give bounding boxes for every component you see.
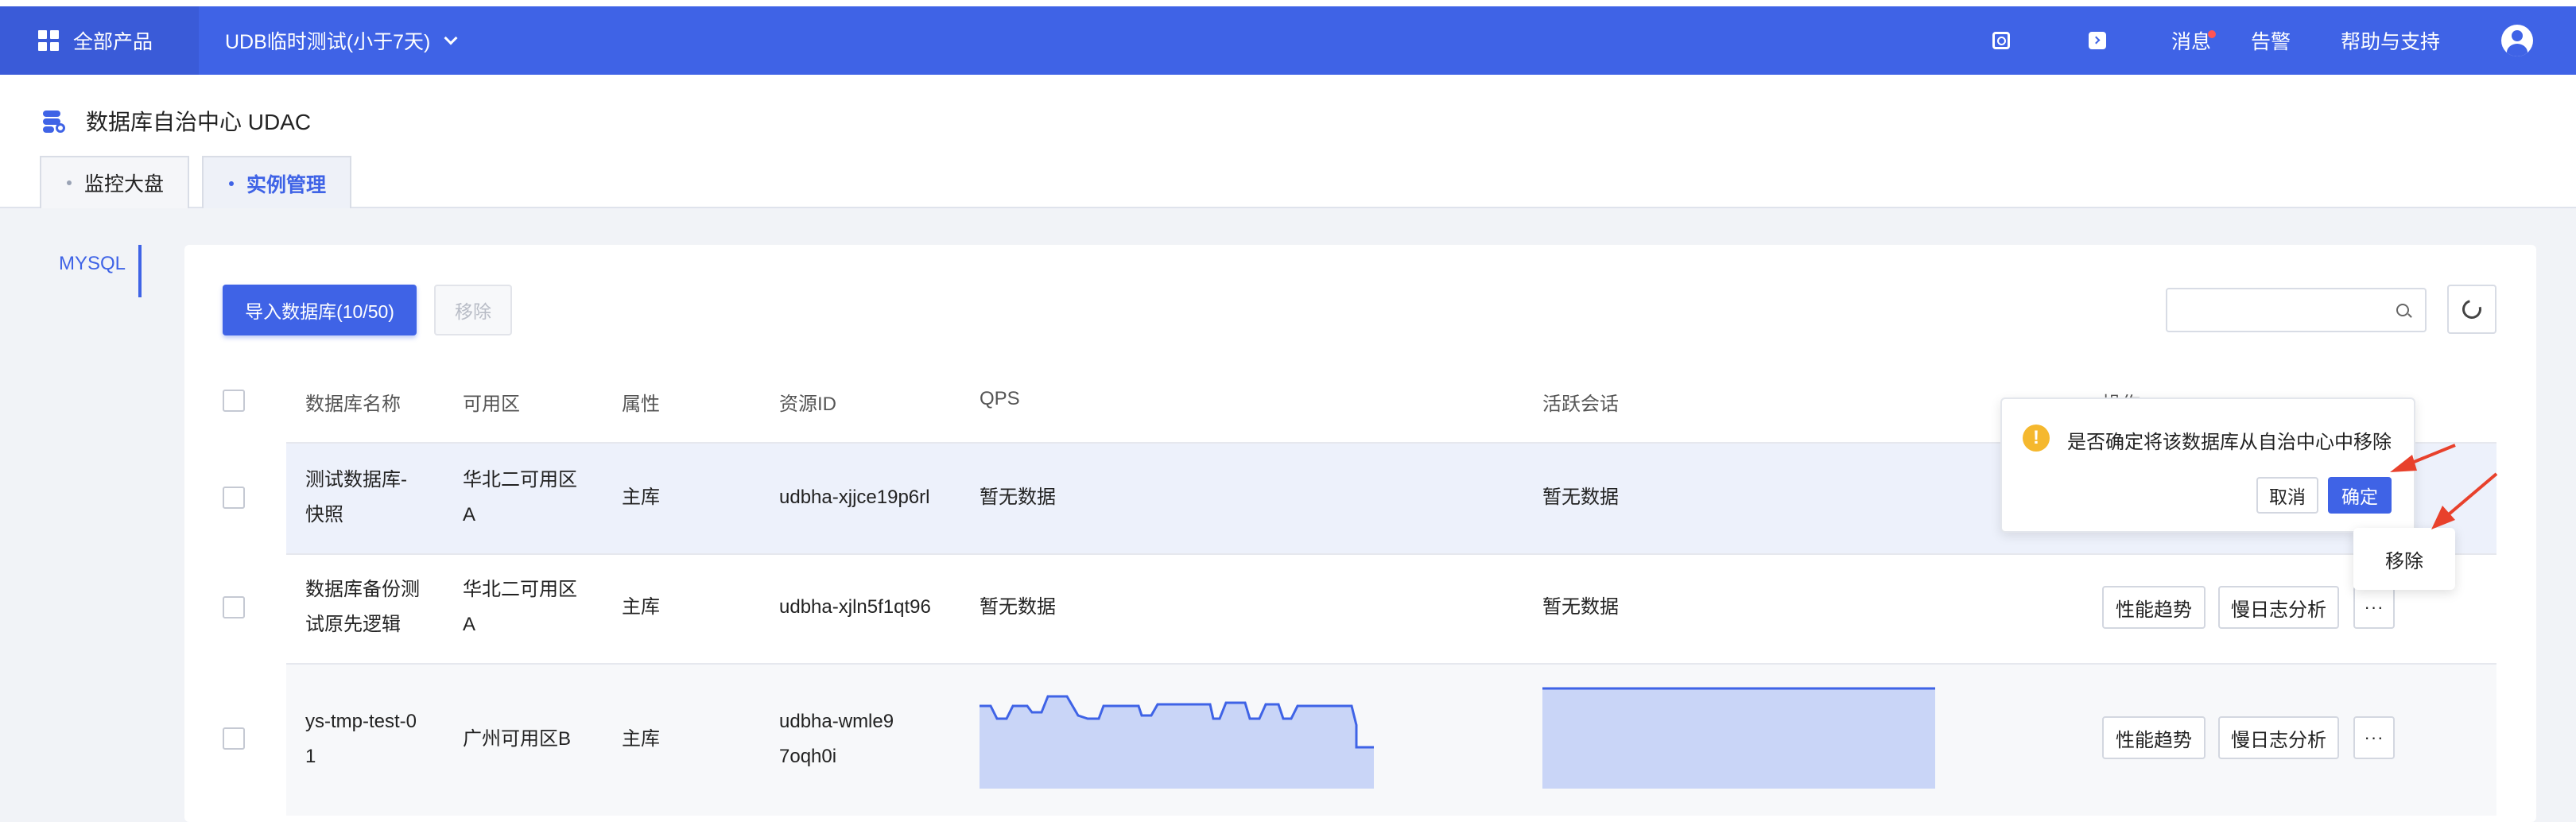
- tab-instance-management[interactable]: 实例管理: [202, 156, 351, 210]
- row-zone: 华北二可用区A: [463, 469, 577, 525]
- app-header: 数据库自治中心 UDAC: [41, 105, 311, 137]
- remove-button-disabled[interactable]: 移除: [434, 285, 512, 335]
- tab-dot-icon: [67, 180, 72, 185]
- slow-log-analysis-button[interactable]: 慢日志分析: [2218, 716, 2339, 759]
- top-nav-bar: 全部产品 UDB临时测试(小于7天) 消息 告警 帮助与支持: [0, 6, 2576, 75]
- search-input[interactable]: [2167, 289, 2382, 331]
- row-name[interactable]: 数据库备份测试原先逻辑: [305, 572, 425, 642]
- all-products-button[interactable]: 全部产品: [0, 6, 199, 75]
- page: 全部产品 UDB临时测试(小于7天) 消息 告警 帮助与支持 数据库自治中心 U…: [0, 0, 2576, 822]
- row-divider: [286, 553, 2496, 555]
- unread-dot: [2208, 30, 2216, 38]
- warning-icon: !: [2023, 425, 2050, 452]
- performance-trend-button[interactable]: 性能趋势: [2102, 586, 2206, 629]
- more-actions-button[interactable]: ···: [2353, 716, 2395, 759]
- row-role: 主库: [622, 596, 660, 618]
- row-qps: 暂无数据: [980, 487, 1056, 508]
- row-resource-id: udbha-wmle97oqh0i: [779, 711, 894, 767]
- slow-log-analysis-button[interactable]: 慢日志分析: [2218, 586, 2339, 629]
- all-products-label: 全部产品: [73, 31, 153, 53]
- more-actions-menu: 移除: [2353, 528, 2455, 590]
- search-icon: [1992, 32, 2010, 49]
- remove-confirm-popover: ! 是否确定将该数据库从自治中心中移除 取消 确定: [2000, 397, 2415, 533]
- search-field[interactable]: [2166, 288, 2427, 332]
- col-header-qps: QPS: [980, 388, 1020, 409]
- col-header-name: 数据库名称: [305, 394, 401, 415]
- row-zone: 华北二可用区A: [463, 579, 577, 635]
- page-title: 数据库自治中心 UDAC: [86, 110, 312, 134]
- tab-label: 实例管理: [246, 174, 327, 196]
- row-checkbox[interactable]: [223, 487, 245, 509]
- row-checkbox[interactable]: [223, 596, 245, 618]
- row-name[interactable]: 测试数据库-快照: [305, 463, 425, 533]
- console-terminal-button[interactable]: [2089, 6, 2106, 75]
- more-actions-button[interactable]: ···: [2353, 586, 2395, 629]
- global-search-button[interactable]: [1992, 6, 2010, 75]
- tab-monitor-dashboard[interactable]: 监控大盘: [40, 156, 189, 208]
- row-checkbox[interactable]: [223, 727, 245, 750]
- col-header-sessions: 活跃会话: [1542, 394, 1619, 415]
- project-selector[interactable]: UDB临时测试(小于7天): [225, 6, 458, 75]
- col-header-resource-id: 资源ID: [779, 394, 836, 415]
- messages-label: 消息: [2171, 31, 2212, 53]
- cancel-button[interactable]: 取消: [2256, 477, 2318, 514]
- messages-link[interactable]: 消息: [2171, 6, 2216, 75]
- alarms-label: 告警: [2251, 31, 2291, 53]
- col-header-zone: 可用区: [463, 394, 520, 415]
- qps-area: [980, 696, 1374, 789]
- menu-item-remove[interactable]: 移除: [2385, 545, 2423, 573]
- tab-dot-icon: [229, 181, 234, 186]
- refresh-button[interactable]: [2447, 285, 2496, 334]
- confirm-message: 是否确定将该数据库从自治中心中移除: [2067, 432, 2392, 453]
- help-label: 帮助与支持: [2341, 31, 2441, 53]
- qps-sparkline: [980, 695, 1374, 789]
- row-sessions: 暂无数据: [1542, 596, 1619, 618]
- ellipsis-icon: ···: [2364, 727, 2384, 747]
- import-database-button[interactable]: 导入数据库(10/50): [223, 285, 417, 335]
- help-support-link[interactable]: 帮助与支持: [2341, 6, 2440, 75]
- search-icon: [2396, 304, 2409, 316]
- database-icon: [41, 109, 65, 133]
- tab-bar: 监控大盘 实例管理: [0, 156, 2576, 210]
- sidebar-active-indicator: [138, 245, 142, 297]
- col-header-role: 属性: [622, 394, 660, 415]
- row-role: 主库: [622, 487, 660, 508]
- row-name[interactable]: ys-tmp-test-01: [305, 704, 425, 774]
- chevron-down-icon: [444, 31, 458, 45]
- user-avatar-icon: [2501, 25, 2533, 56]
- grid-icon: [38, 30, 59, 51]
- ellipsis-icon: ···: [2364, 597, 2384, 617]
- row-sessions: 暂无数据: [1542, 487, 1619, 508]
- alarms-link[interactable]: 告警: [2251, 6, 2291, 75]
- terminal-icon: [2089, 32, 2106, 49]
- sessions-sparkline: [1542, 687, 1935, 789]
- select-all-checkbox[interactable]: [223, 390, 245, 412]
- refresh-icon: [2458, 296, 2485, 323]
- row-zone: 广州可用区B: [463, 728, 572, 750]
- sessions-area: [1542, 688, 1935, 789]
- row-resource-id: udbha-xjjce19p6rl: [779, 487, 930, 508]
- user-menu-button[interactable]: [2501, 6, 2533, 75]
- row-qps: 暂无数据: [980, 596, 1056, 618]
- performance-trend-button[interactable]: 性能趋势: [2102, 716, 2206, 759]
- sidebar-item-mysql[interactable]: MYSQL: [59, 253, 126, 275]
- confirm-button[interactable]: 确定: [2328, 477, 2392, 514]
- row-resource-id: udbha-xjln5f1qt96: [779, 596, 931, 618]
- tab-label: 监控大盘: [84, 173, 165, 196]
- project-name: UDB临时测试(小于7天): [225, 31, 431, 53]
- row-role: 主库: [622, 728, 660, 750]
